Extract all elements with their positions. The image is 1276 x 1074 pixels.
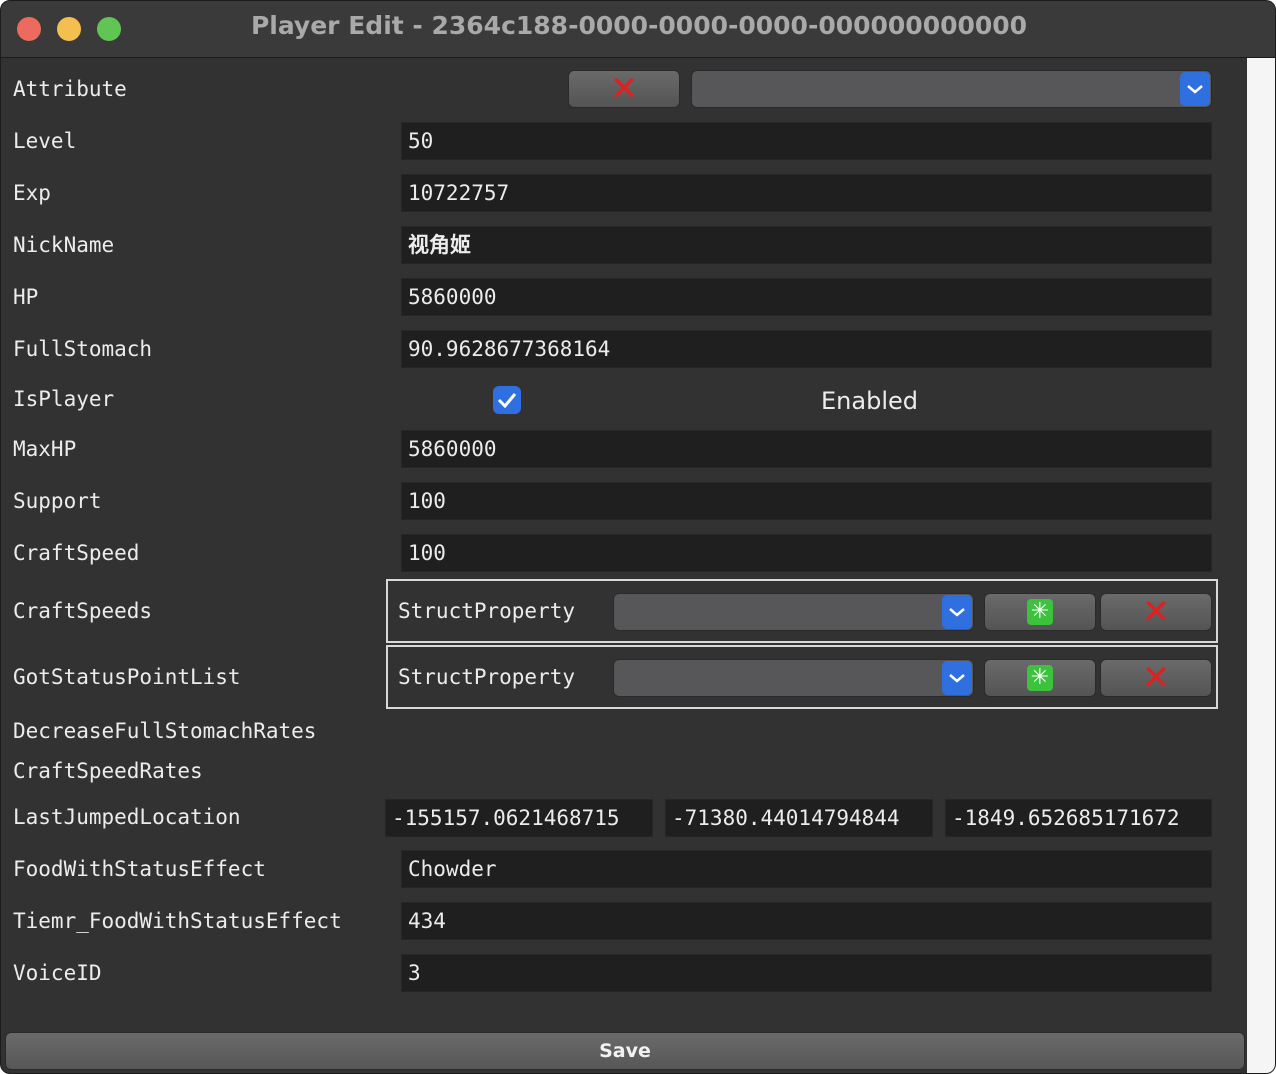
exp-label: Exp: [13, 181, 51, 205]
add-icon: ✳: [1027, 665, 1053, 691]
voiceid-input[interactable]: 3: [401, 954, 1212, 992]
isplayer-state-text: Enabled: [821, 387, 918, 415]
fullstomach-label: FullStomach: [13, 337, 153, 361]
hp-label: HP: [13, 285, 39, 309]
isplayer-checkbox[interactable]: [493, 386, 521, 414]
support-label: Support: [13, 489, 102, 513]
x-icon: ✕: [609, 69, 639, 109]
craftspeedrates-label: CraftSpeedRates: [13, 759, 203, 783]
craftspeeds-select[interactable]: [613, 593, 974, 631]
voiceid-label: VoiceID: [13, 961, 102, 985]
chevron-down-icon: [1180, 72, 1210, 106]
gotstatus-label: GotStatusPointList: [13, 665, 241, 689]
exp-input[interactable]: 10722757: [401, 174, 1212, 212]
craftspeeds-group: StructProperty ✳ ✕: [386, 579, 1218, 643]
level-label: Level: [13, 129, 77, 153]
craftspeed-input[interactable]: 100: [401, 534, 1212, 572]
check-icon: [497, 393, 517, 408]
attribute-label: Attribute: [13, 77, 127, 101]
window-title: Player Edit - 2364c188-0000-0000-0000-00…: [250, 11, 1028, 40]
lastjumped-x-input[interactable]: -155157.0621468715: [385, 799, 653, 837]
add-icon: ✳: [1027, 599, 1053, 625]
craftspeeds-add-button[interactable]: ✳: [984, 593, 1096, 631]
lastjumped-label: LastJumpedLocation: [13, 805, 241, 829]
isplayer-label: IsPlayer: [13, 387, 115, 411]
gotstatus-add-button[interactable]: ✳: [984, 659, 1096, 697]
craftspeeds-type: StructProperty: [398, 599, 576, 623]
craftspeeds-label: CraftSpeeds: [13, 599, 153, 623]
timer-input[interactable]: 434: [401, 902, 1212, 940]
attribute-select[interactable]: [691, 70, 1212, 108]
title-bar: Player Edit - 2364c188-0000-0000-0000-00…: [1, 1, 1275, 58]
food-input[interactable]: Chowder: [401, 850, 1212, 888]
maxhp-input[interactable]: 5860000: [401, 430, 1212, 468]
fullstomach-input[interactable]: 90.9628677368164: [401, 330, 1212, 368]
food-label: FoodWithStatusEffect: [13, 857, 266, 881]
gotstatus-select[interactable]: [613, 659, 974, 697]
maxhp-label: MaxHP: [13, 437, 77, 461]
save-button[interactable]: Save: [5, 1032, 1245, 1070]
hp-input[interactable]: 5860000: [401, 278, 1212, 316]
player-edit-window: Player Edit - 2364c188-0000-0000-0000-00…: [0, 0, 1276, 1074]
level-input[interactable]: 50: [401, 122, 1212, 160]
nickname-label: NickName: [13, 233, 115, 257]
support-input[interactable]: 100: [401, 482, 1212, 520]
chevron-down-icon: [942, 595, 972, 629]
gotstatus-remove-button[interactable]: ✕: [1100, 659, 1212, 697]
timer-label: Tiemr_FoodWithStatusEffect: [13, 909, 342, 933]
nickname-input[interactable]: 视角姬: [401, 226, 1212, 264]
craftspeeds-remove-button[interactable]: ✕: [1100, 593, 1212, 631]
x-icon: ✕: [1141, 592, 1171, 632]
lastjumped-y-input[interactable]: -71380.44014794844: [665, 799, 933, 837]
vertical-scrollbar[interactable]: [1247, 58, 1275, 1073]
chevron-down-icon: [942, 661, 972, 695]
decrease-fullstomach-rates-label: DecreaseFullStomachRates: [13, 719, 317, 743]
x-icon: ✕: [1141, 658, 1171, 698]
gotstatus-type: StructProperty: [398, 665, 576, 689]
attribute-remove-button[interactable]: ✕: [568, 70, 680, 108]
gotstatus-group: StructProperty ✳ ✕: [386, 645, 1218, 709]
craftspeed-label: CraftSpeed: [13, 541, 140, 565]
lastjumped-z-input[interactable]: -1849.652685171672: [945, 799, 1212, 837]
